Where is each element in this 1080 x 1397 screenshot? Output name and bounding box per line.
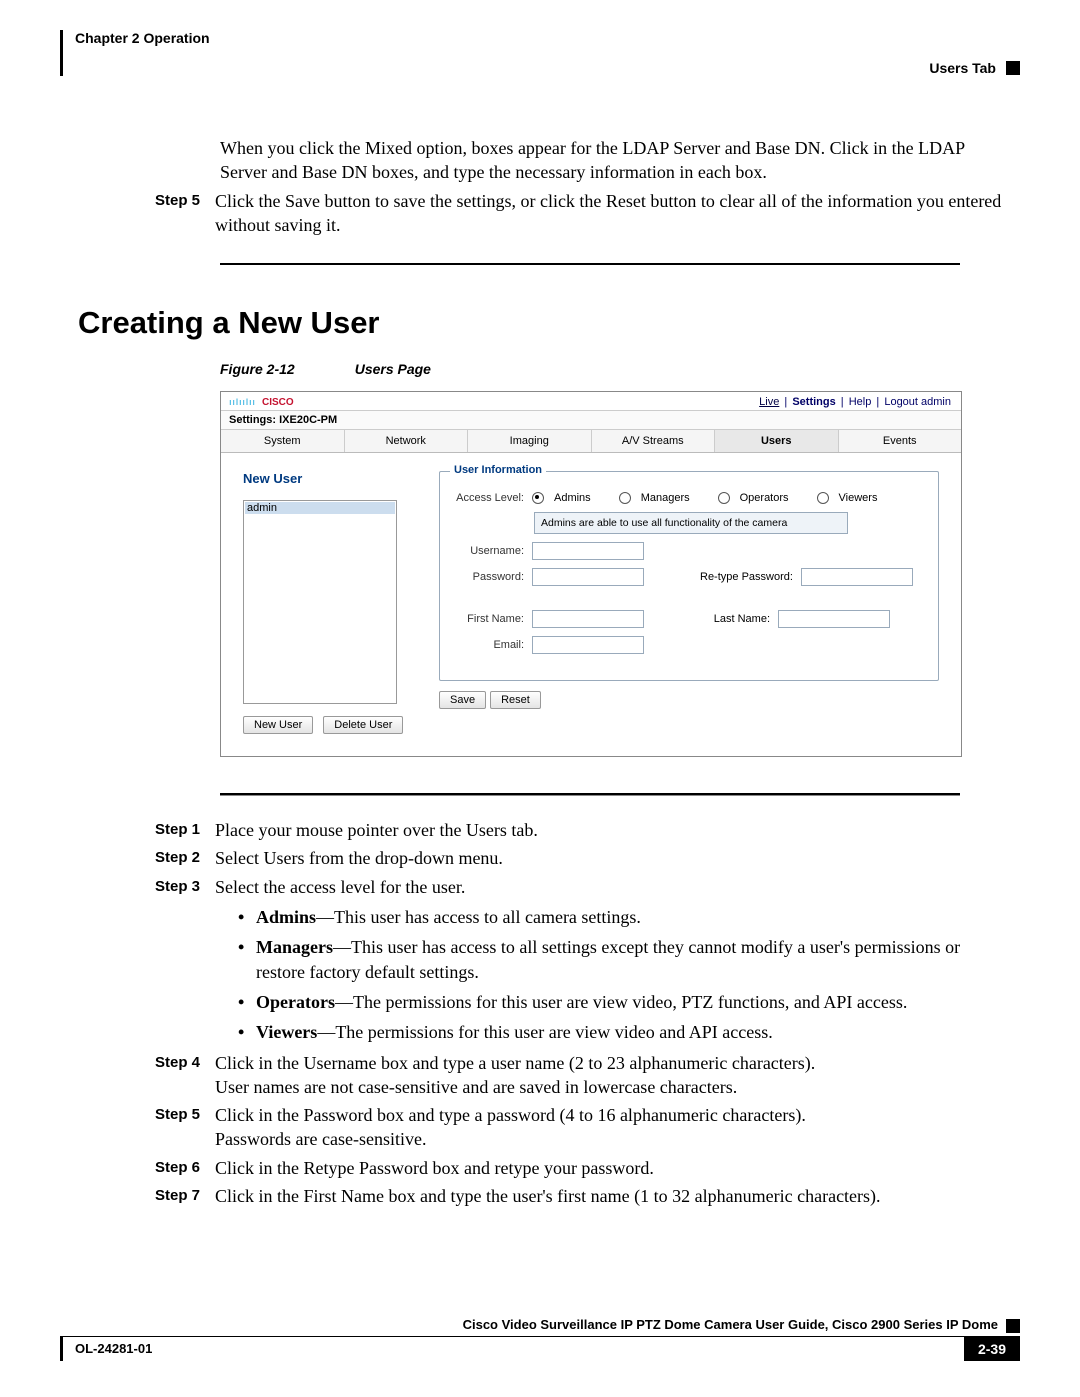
- step-label: Step 1: [155, 818, 215, 842]
- step-label: Step 7: [155, 1184, 215, 1208]
- step-label: Step 6: [155, 1156, 215, 1180]
- logout-link[interactable]: Logout admin: [884, 396, 951, 408]
- password-input[interactable]: [532, 568, 644, 586]
- top-nav: Live | Settings | Help | Logout admin: [757, 396, 953, 408]
- lastname-input[interactable]: [778, 610, 890, 628]
- section-heading: Creating a New User: [78, 305, 1020, 341]
- delete-user-button[interactable]: Delete User: [323, 716, 403, 734]
- step-label: Step 5: [155, 189, 215, 238]
- help-link[interactable]: Help: [849, 396, 872, 408]
- step-label: Step 3: [155, 875, 215, 899]
- tab-avstreams[interactable]: A/V Streams: [592, 430, 716, 452]
- header-marker-icon: [1006, 61, 1020, 75]
- footer-docnum: OL-24281-01: [60, 1337, 152, 1361]
- username-input[interactable]: [532, 542, 644, 560]
- divider: [220, 793, 960, 796]
- radio-managers[interactable]: [619, 492, 631, 504]
- chapter-label: Chapter 2 Operation: [75, 30, 1020, 46]
- access-level-list: Admins—This user has access to all camer…: [238, 905, 1010, 1044]
- tab-network[interactable]: Network: [345, 430, 469, 452]
- retype-password-label: Re-type Password:: [700, 571, 793, 583]
- step-label: Step 4: [155, 1051, 215, 1100]
- step-text: Click in the Password box and type a pas…: [215, 1103, 1010, 1152]
- figure-caption: Figure 2-12 Users Page: [220, 361, 1020, 377]
- footer-doc-title: Cisco Video Surveillance IP PTZ Dome Cam…: [463, 1317, 998, 1332]
- step-text: Click in the Username box and type a use…: [215, 1051, 1010, 1100]
- reset-button[interactable]: Reset: [490, 691, 541, 709]
- intro-paragraph: When you click the Mixed option, boxes a…: [220, 136, 1010, 185]
- figure-screenshot: ıılıılıı CISCO Live | Settings | Help | …: [220, 391, 962, 757]
- username-label: Username:: [454, 545, 524, 557]
- tab-bar: System Network Imaging A/V Streams Users…: [221, 430, 961, 453]
- tab-imaging[interactable]: Imaging: [468, 430, 592, 452]
- radio-viewers[interactable]: [817, 492, 829, 504]
- list-item[interactable]: admin: [245, 502, 395, 514]
- new-user-button[interactable]: New User: [243, 716, 313, 734]
- user-listbox[interactable]: admin: [243, 500, 397, 704]
- fieldset-legend: User Information: [450, 464, 546, 476]
- tab-system[interactable]: System: [221, 430, 345, 452]
- list-item: Operators—The permissions for this user …: [238, 990, 1010, 1014]
- step-text: Select Users from the drop-down menu.: [215, 846, 1010, 870]
- radio-operators[interactable]: [718, 492, 730, 504]
- settings-link[interactable]: Settings: [792, 396, 835, 408]
- step-text: Click the Save button to save the settin…: [215, 189, 1010, 238]
- footer-marker-icon: [1006, 1319, 1020, 1333]
- page-footer: Cisco Video Surveillance IP PTZ Dome Cam…: [60, 1317, 1020, 1361]
- radio-admins[interactable]: [532, 492, 544, 504]
- step-text: Place your mouse pointer over the Users …: [215, 818, 1010, 842]
- step-text: Select the access level for the user.: [215, 875, 1010, 899]
- tab-users[interactable]: Users: [715, 430, 839, 452]
- list-item: Viewers—The permissions for this user ar…: [238, 1020, 1010, 1044]
- page-header: Chapter 2 Operation Users Tab: [60, 30, 1020, 76]
- divider: [220, 263, 960, 265]
- email-label: Email:: [454, 639, 524, 651]
- password-label: Password:: [454, 571, 524, 583]
- list-item: Managers—This user has access to all set…: [238, 935, 1010, 984]
- firstname-input[interactable]: [532, 610, 644, 628]
- step-text: Click in the First Name box and type the…: [215, 1184, 1010, 1208]
- section-tab-label: Users Tab: [929, 60, 996, 76]
- step-label: Step 5: [155, 1103, 215, 1152]
- figure-title: Users Page: [355, 361, 431, 377]
- footer-pagenum: 2-39: [964, 1337, 1020, 1361]
- figure-number: Figure 2-12: [220, 361, 295, 377]
- access-level-label: Access Level:: [454, 492, 524, 504]
- lastname-label: Last Name:: [700, 613, 770, 625]
- email-input[interactable]: [532, 636, 644, 654]
- panel-title: New User: [243, 471, 413, 486]
- step-label: Step 2: [155, 846, 215, 870]
- role-description: Admins are able to use all functionality…: [534, 512, 848, 534]
- settings-breadcrumb: Settings: IXE20C-PM: [221, 411, 961, 430]
- retype-password-input[interactable]: [801, 568, 913, 586]
- save-button[interactable]: Save: [439, 691, 486, 709]
- list-item: Admins—This user has access to all camer…: [238, 905, 1010, 929]
- firstname-label: First Name:: [454, 613, 524, 625]
- tab-events[interactable]: Events: [839, 430, 962, 452]
- logo: ıılıılıı CISCO: [229, 397, 294, 408]
- step-text: Click in the Retype Password box and ret…: [215, 1156, 1010, 1180]
- live-link[interactable]: Live: [759, 396, 779, 408]
